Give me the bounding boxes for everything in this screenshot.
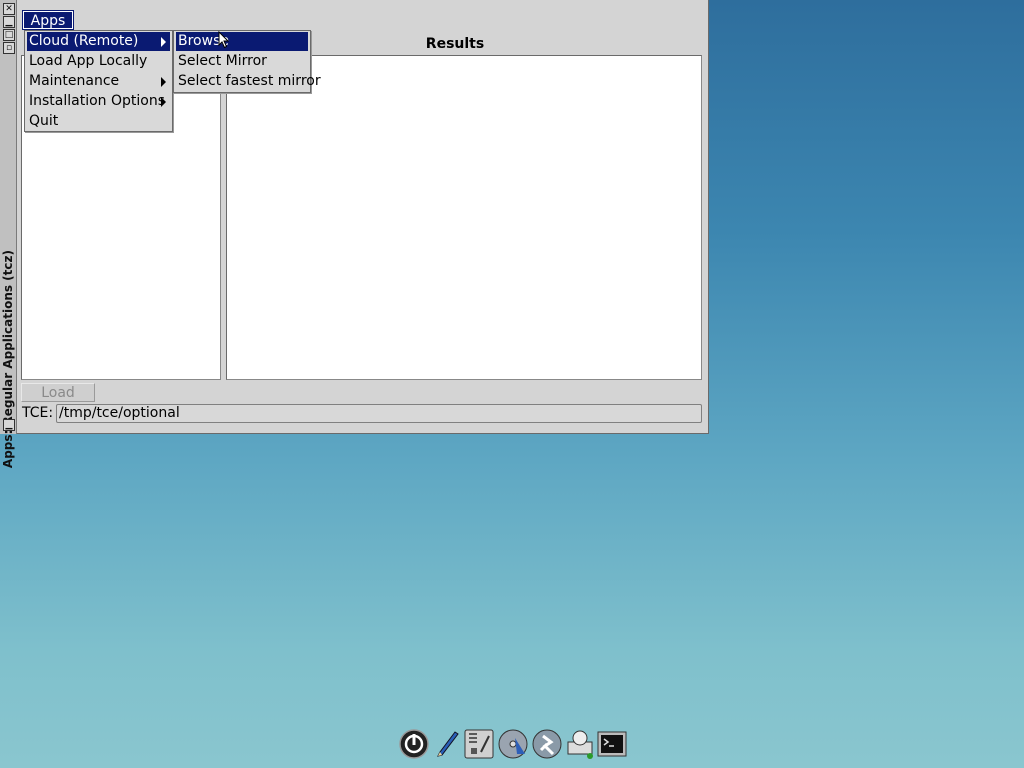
menu-item-load-app-locally[interactable]: Load App Locally (27, 52, 170, 71)
submenu-arrow-icon (161, 37, 166, 47)
menu-item-label: Quit (29, 113, 59, 129)
network-icon[interactable] (564, 728, 596, 760)
shade-icon[interactable]: ▁ (3, 419, 15, 431)
mount-icon[interactable] (497, 728, 529, 760)
menu-item-label: Cloud (Remote) (29, 33, 139, 49)
terminal-icon[interactable] (596, 728, 628, 760)
pen-icon[interactable] (432, 728, 464, 760)
restore-icon[interactable]: ▫ (3, 42, 15, 54)
cloud-submenu: Browse Select Mirror Select fastest mirr… (173, 30, 321, 93)
apps-icon[interactable] (531, 728, 563, 760)
power-icon[interactable] (398, 728, 430, 760)
load-button[interactable]: Load (21, 383, 95, 402)
tce-label: TCE: (22, 405, 54, 421)
menu-item-maintenance[interactable]: Maintenance (27, 72, 170, 91)
maximize-icon[interactable]: □ (3, 29, 15, 41)
minimize-icon[interactable]: ▁ (3, 16, 15, 28)
menu-item-browse[interactable]: Browse (176, 32, 308, 51)
submenu-arrow-icon (161, 97, 166, 107)
menu-item-quit[interactable]: Quit (27, 112, 170, 131)
tce-path-field[interactable]: /tmp/tce/optional (56, 404, 702, 423)
apps-dropdown-menu: Cloud (Remote) Load App Locally Maintena… (24, 30, 173, 132)
window-titlebar[interactable]: ✕ ▁ □ ▫ Apps: Regular Applications (tcz)… (0, 0, 17, 468)
menu-item-label: Installation Options (29, 93, 166, 109)
menu-item-select-mirror[interactable]: Select Mirror (176, 52, 308, 71)
menu-item-installation-options[interactable]: Installation Options (27, 92, 170, 111)
dock (396, 724, 632, 764)
menu-item-label: Load App Locally (29, 53, 148, 69)
apps-menu-button[interactable]: Apps (22, 10, 74, 30)
menu-item-cloud-remote[interactable]: Cloud (Remote) (27, 32, 170, 51)
mouse-cursor-icon (218, 31, 230, 49)
window-title: Apps: Regular Applications (tcz) (1, 250, 15, 469)
submenu-arrow-icon (161, 77, 166, 87)
results-list[interactable] (226, 55, 702, 380)
control-panel-icon[interactable] (463, 728, 495, 760)
menu-item-label: Maintenance (29, 73, 120, 89)
menu-item-select-fastest-mirror[interactable]: Select fastest mirror (176, 72, 321, 91)
close-icon[interactable]: ✕ (3, 3, 15, 15)
